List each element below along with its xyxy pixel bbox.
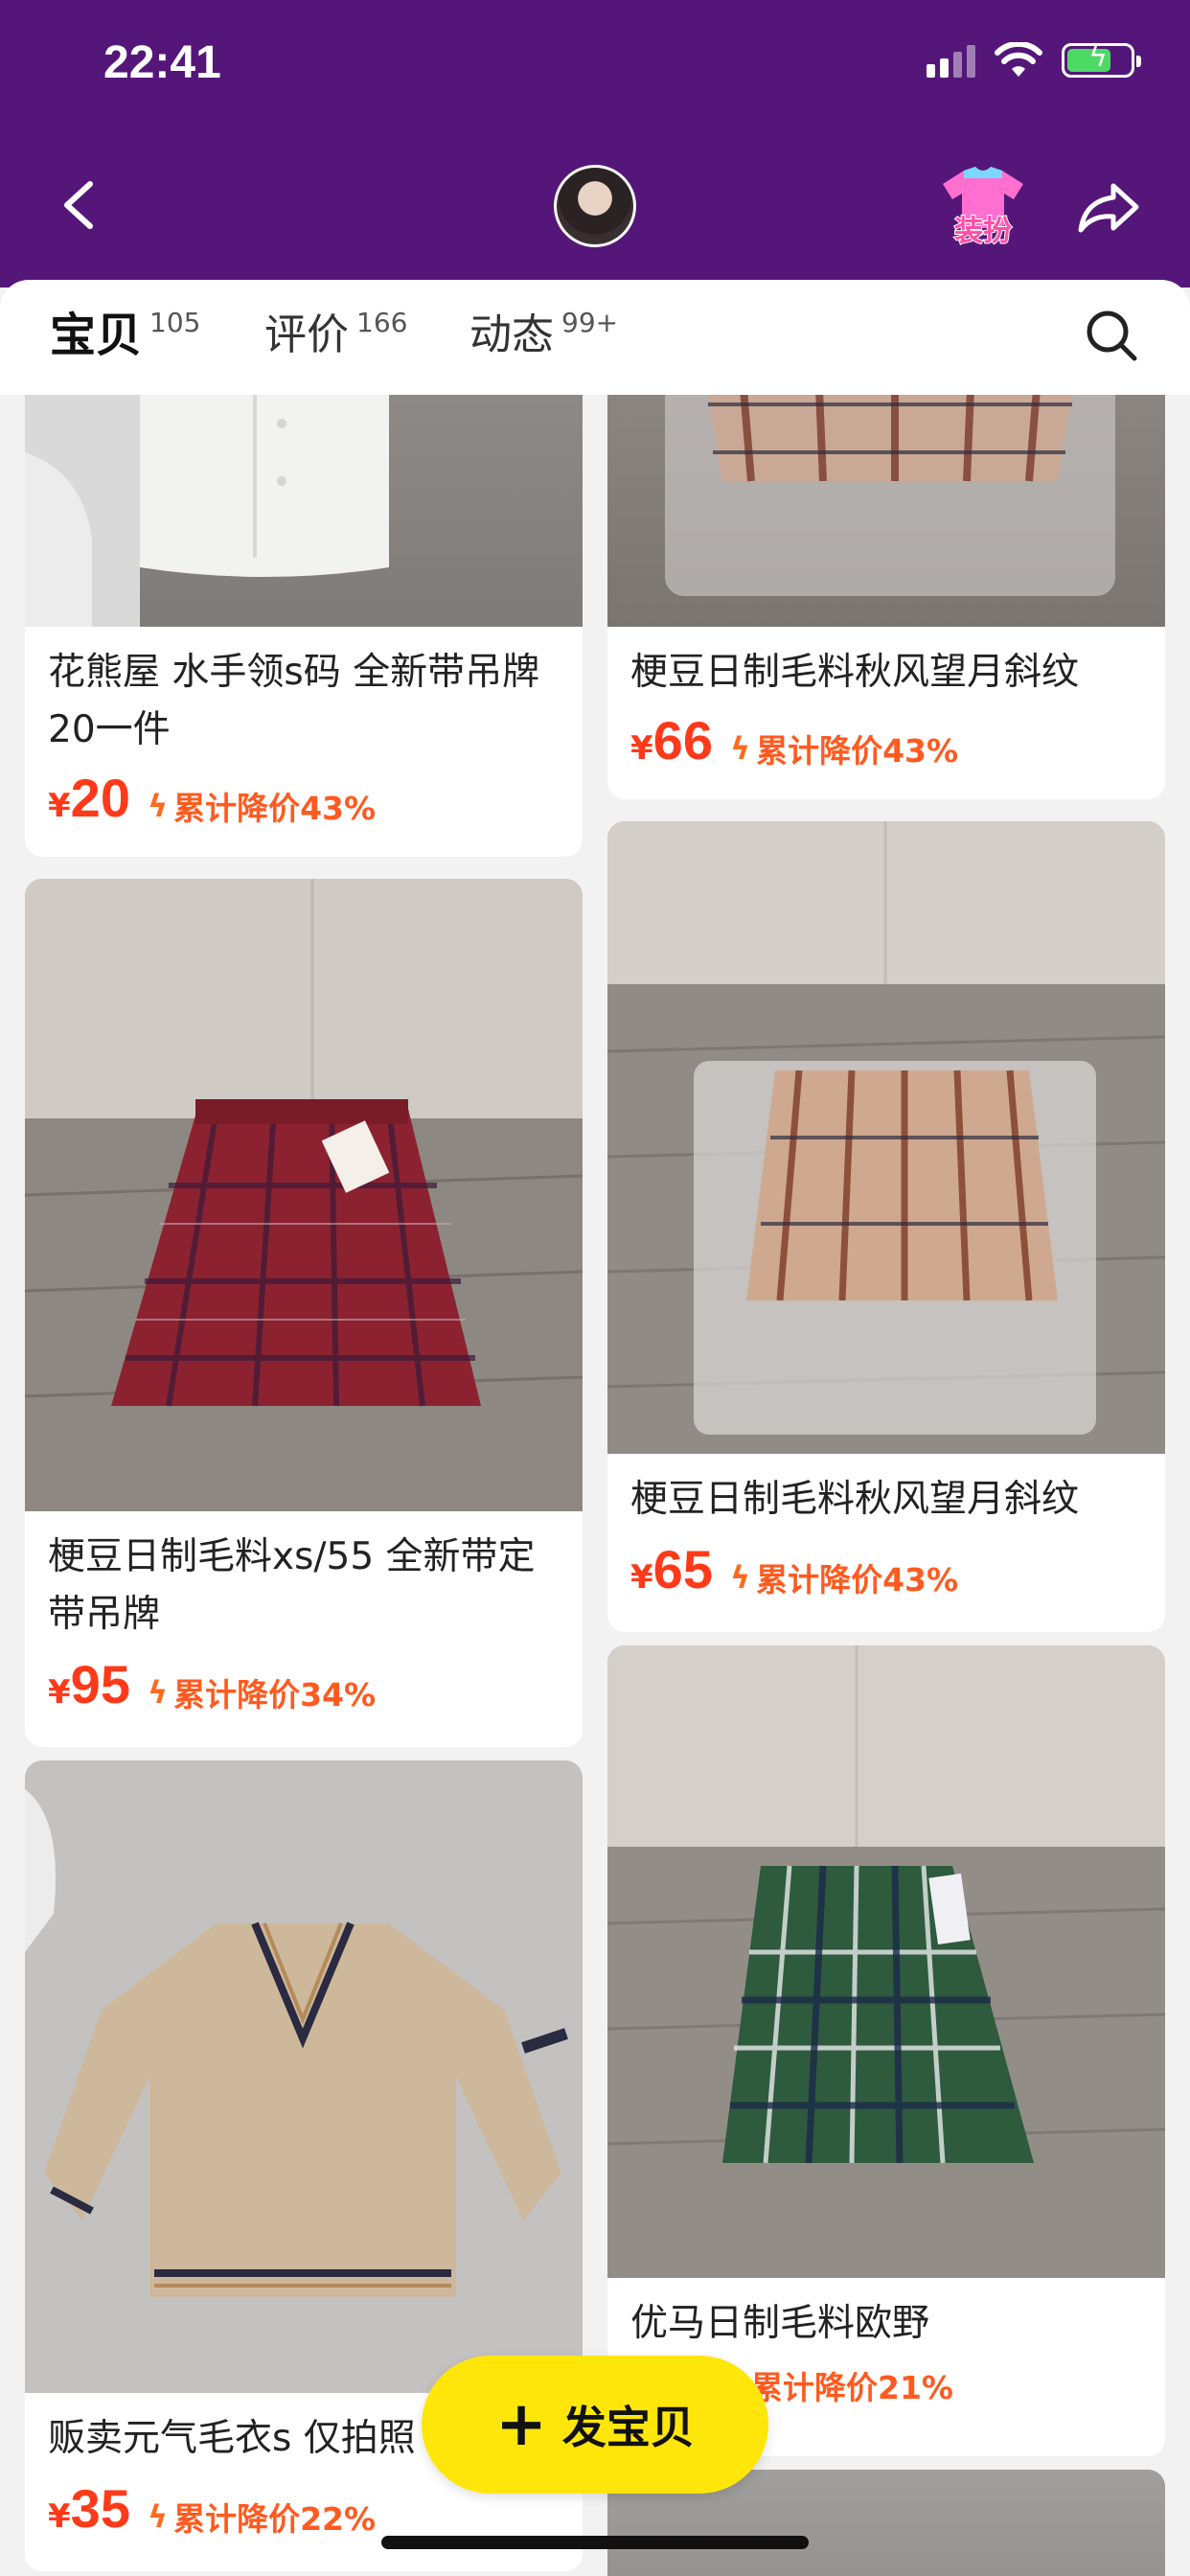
tab-bar: 宝贝 105 评价 166 动态 99+ [0, 280, 1190, 395]
price-drop-badge: ϟ 累计降价43% [730, 1554, 958, 1600]
price-row: ¥ 20 ϟ 累计降价43% [48, 767, 376, 829]
lightning-icon: ϟ [729, 1559, 751, 1596]
status-icons: ϟ [927, 40, 1141, 79]
tab-items[interactable]: 宝贝 105 [45, 307, 201, 362]
currency-symbol: ¥ [630, 729, 653, 768]
price-drop-badge: ϟ 累计降价43% [730, 725, 958, 771]
product-photo [607, 395, 1165, 627]
product-card[interactable]: 梗豆日制毛料秋风望月斜纹 ¥ 65 ϟ 累计降价43% [607, 821, 1165, 1632]
price-drop-badge: ϟ 累计降价22% [148, 2494, 376, 2540]
lightning-icon: ϟ [147, 788, 169, 824]
price-row: ¥ 65 ϟ 累计降价43% [630, 1538, 958, 1600]
product-card[interactable]: 优马日制毛料欧野 累计降价21% [607, 1645, 1165, 2456]
product-photo [25, 395, 583, 627]
price-drop-badge: 累计降价21% [751, 2362, 953, 2408]
price-drop-badge: ϟ 累计降价34% [148, 1669, 376, 1715]
plus-icon: + [495, 2389, 547, 2460]
price-drop-text: 累计降价34% [173, 1676, 377, 1714]
product-price: 95 [70, 1654, 130, 1714]
price-drop-badge: ϟ 累计降价43% [148, 783, 376, 829]
cellular-signal-icon [927, 43, 975, 78]
product-title: 梗豆日制毛料xs/55 全新带定带吊牌 [48, 1535, 536, 1636]
tab-items-count: 105 [149, 307, 201, 338]
header: 22:41 ϟ 装扮 [0, 0, 1190, 288]
share-button[interactable] [1075, 178, 1142, 236]
wifi-icon [995, 42, 1042, 77]
product-card[interactable]: 花熊屋 水手领s码 全新带吊牌20一件 ¥ 20 ϟ 累计降价43% [25, 395, 583, 857]
tab-activity-label: 动态 [469, 310, 554, 359]
tab-reviews[interactable]: 评价 166 [264, 307, 408, 362]
product-price: 20 [70, 768, 130, 828]
product-photo [25, 879, 583, 1511]
price-row: ¥ 95 ϟ 累计降价34% [48, 1653, 376, 1715]
tab-activity[interactable]: 动态 99+ [469, 307, 619, 362]
publish-item-label: 发宝贝 [561, 2402, 695, 2453]
price-drop-text: 累计降价43% [173, 790, 377, 827]
product-price: 35 [70, 2478, 130, 2539]
product-title: 优马日制毛料欧野 [630, 2302, 930, 2345]
back-button[interactable] [52, 176, 109, 234]
product-card[interactable]: 梗豆日制毛料秋风望月斜纹 ¥ 66 ϟ 累计降价43% [607, 395, 1165, 799]
price-row: 累计降价21% [751, 2362, 953, 2408]
lightning-icon: ϟ [729, 730, 751, 767]
lightning-icon: ϟ [147, 2498, 169, 2535]
tab-reviews-label: 评价 [264, 310, 349, 359]
product-title: 梗豆日制毛料秋风望月斜纹 [630, 651, 1080, 694]
avatar[interactable] [554, 165, 636, 247]
tab-items-label: 宝贝 [45, 309, 147, 362]
dress-up-button[interactable]: 装扮 [935, 165, 1031, 251]
tab-activity-count: 99+ [561, 307, 619, 338]
shop-page: 22:41 ϟ 装扮 宝贝 105 评价 166 动态 99+ 花熊屋 水手领s… [0, 0, 1190, 2576]
search-icon[interactable] [1083, 307, 1140, 364]
product-price: 66 [652, 710, 713, 770]
publish-item-button[interactable]: + 发宝贝 [422, 2356, 768, 2494]
battery-icon: ϟ [1062, 40, 1141, 78]
product-photo [607, 1645, 1165, 2278]
price-drop-text: 累计降价43% [756, 1561, 959, 1598]
product-price: 65 [652, 1539, 713, 1599]
product-title: 梗豆日制毛料秋风望月斜纹 [630, 1478, 1080, 1521]
price-row: ¥ 66 ϟ 累计降价43% [630, 709, 958, 771]
product-title: 花熊屋 水手领s码 全新带吊牌20一件 [48, 651, 540, 751]
currency-symbol: ¥ [630, 1558, 653, 1597]
price-drop-text: 累计降价21% [751, 2369, 953, 2406]
product-photo [25, 1760, 583, 2393]
tab-reviews-count: 166 [356, 307, 408, 338]
price-drop-text: 累计降价22% [173, 2500, 377, 2538]
lightning-icon: ϟ [147, 1674, 169, 1711]
currency-symbol: ¥ [48, 1673, 71, 1712]
home-indicator[interactable] [381, 2536, 809, 2549]
currency-symbol: ¥ [48, 2497, 71, 2536]
price-drop-text: 累计降价43% [756, 732, 959, 770]
charging-bolt-icon: ϟ [1088, 40, 1108, 74]
dress-up-label: 装扮 [953, 214, 1013, 249]
product-card[interactable]: 梗豆日制毛料xs/55 全新带定带吊牌 ¥ 95 ϟ 累计降价34% [25, 879, 583, 1747]
status-time: 22:41 [103, 37, 221, 88]
product-photo [607, 821, 1165, 1454]
price-row: ¥ 35 ϟ 累计降价22% [48, 2477, 376, 2540]
currency-symbol: ¥ [48, 787, 71, 825]
product-feed: 花熊屋 水手领s码 全新带吊牌20一件 ¥ 20 ϟ 累计降价43% 梗豆日制毛… [0, 395, 1190, 2576]
